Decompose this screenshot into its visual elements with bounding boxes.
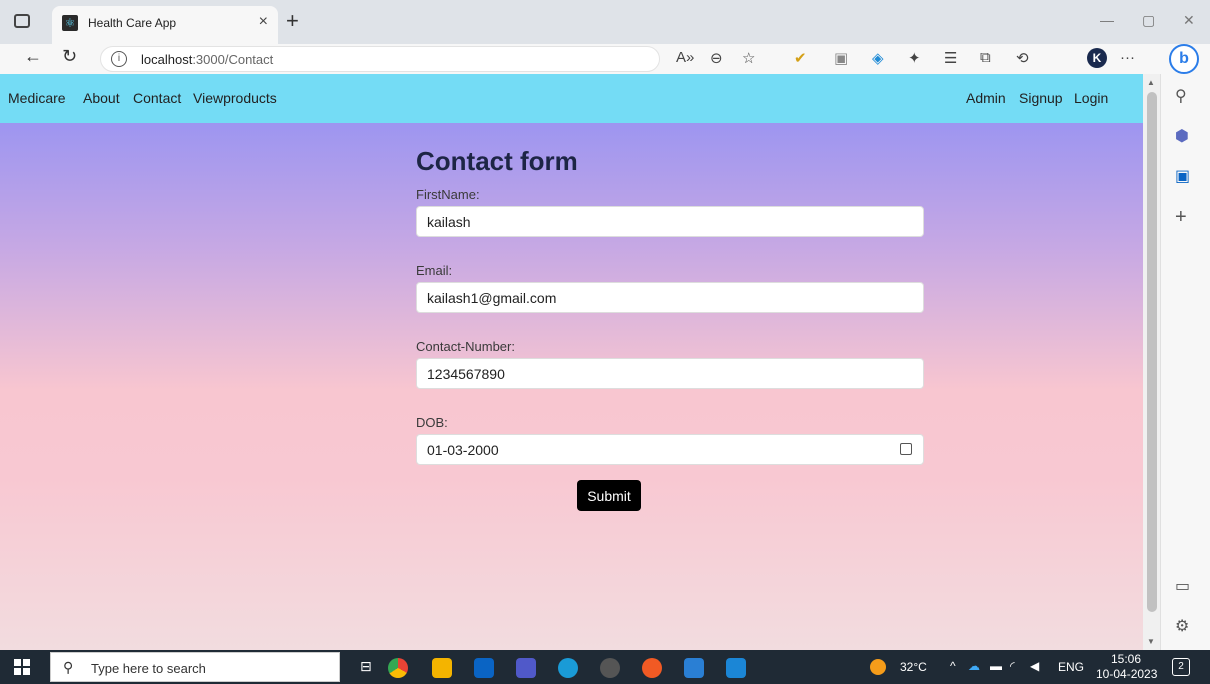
settings-gear-icon[interactable]: ⚙: [1175, 616, 1189, 636]
scroll-down-icon[interactable]: ▼: [1147, 637, 1155, 646]
wifi-icon[interactable]: ◜: [1010, 659, 1015, 673]
nav-link-about[interactable]: About: [83, 90, 120, 106]
address-bar[interactable]: i localhost:3000/Contact: [100, 46, 660, 72]
language-indicator[interactable]: ENG: [1058, 660, 1084, 674]
windows-start-icon[interactable]: [14, 659, 30, 675]
site-navbar: Medicare About Contact Viewproducts Admi…: [0, 74, 1143, 123]
windows-taskbar: ⚲ Type here to search ⊟ 32°C ^ ☁ ▬ ◜ ◀ E…: [0, 650, 1210, 684]
form-title: Contact form: [416, 146, 578, 176]
nav-link-viewproducts[interactable]: Viewproducts: [193, 90, 277, 106]
taskbar-search[interactable]: ⚲ Type here to search: [50, 652, 340, 682]
profile-avatar[interactable]: K: [1087, 48, 1107, 68]
outlook-taskbar-icon[interactable]: [474, 658, 494, 678]
url-text: localhost:3000/Contact: [141, 52, 274, 67]
notification-icon[interactable]: 2: [1172, 658, 1190, 676]
collections-icon[interactable]: ⧉: [980, 49, 991, 66]
teams-icon[interactable]: [516, 658, 536, 678]
edge-taskbar-icon[interactable]: [558, 658, 578, 678]
tray-chevron-icon[interactable]: ^: [950, 659, 956, 673]
volume-icon[interactable]: ◀: [1030, 659, 1039, 673]
browser-tab[interactable]: ⚛ Health Care App ×: [52, 6, 278, 44]
dob-label: DOB:: [416, 415, 448, 430]
extension-check-icon[interactable]: ✔: [794, 49, 807, 67]
more-options-icon[interactable]: ···: [1120, 49, 1135, 66]
extension-shield-icon[interactable]: ◈: [872, 49, 884, 67]
settings-taskbar-icon[interactable]: [600, 658, 620, 678]
search-icon[interactable]: ⚲: [1175, 86, 1187, 106]
outlook-icon[interactable]: ▣: [1175, 166, 1190, 186]
file-explorer-icon[interactable]: [432, 658, 452, 678]
clock-time[interactable]: 15:06: [1111, 652, 1141, 666]
email-input[interactable]: [416, 282, 924, 313]
tab-actions-icon[interactable]: [14, 14, 30, 28]
sidebar-toggle-icon[interactable]: ▭: [1175, 576, 1190, 596]
page-scrollbar[interactable]: ▲ ▼: [1143, 74, 1160, 650]
onedrive-icon[interactable]: ☁: [968, 659, 980, 673]
temperature[interactable]: 32°C: [900, 660, 927, 674]
extensions-icon[interactable]: ✦: [908, 49, 921, 67]
favorites-icon[interactable]: ☰: [944, 49, 957, 67]
firstname-group: FirstName:: [416, 187, 924, 237]
new-tab-button[interactable]: +: [286, 8, 299, 34]
bing-chat-icon[interactable]: b: [1169, 44, 1199, 74]
zoom-icon[interactable]: ⊖: [710, 49, 723, 67]
nav-brand-link[interactable]: Medicare: [8, 90, 66, 106]
task-view-icon[interactable]: ⊟: [360, 658, 372, 675]
nav-link-admin[interactable]: Admin: [966, 90, 1006, 106]
chrome-icon[interactable]: [388, 658, 408, 678]
close-window-icon[interactable]: ✕: [1183, 12, 1195, 29]
nav-link-signup[interactable]: Signup: [1019, 90, 1063, 106]
extension-n-icon[interactable]: ▣: [834, 49, 848, 67]
history-icon[interactable]: ⟲: [1016, 49, 1029, 67]
brave-icon[interactable]: [642, 658, 662, 678]
search-icon: ⚲: [63, 659, 74, 675]
calendar-icon[interactable]: [900, 443, 912, 455]
clock-date[interactable]: 10-04-2023: [1096, 667, 1157, 681]
edge-sidebar: ⚲ ⬢ ▣ + ▭ ⚙: [1160, 74, 1210, 650]
scroll-up-icon[interactable]: ▲: [1147, 78, 1155, 87]
react-favicon-icon: ⚛: [62, 15, 78, 31]
scroll-thumb[interactable]: [1147, 92, 1157, 612]
firstname-input[interactable]: [416, 206, 924, 237]
weather-sun-icon[interactable]: [870, 659, 886, 675]
tab-title: Health Care App: [88, 16, 177, 30]
contact-number-label: Contact-Number:: [416, 339, 515, 354]
browser-title-bar: ⚛ Health Care App × + — ▢ ✕: [0, 0, 1210, 44]
site-info-icon[interactable]: i: [111, 51, 127, 67]
address-bar-row: ← ↻ i localhost:3000/Contact A» ⊖ ☆ ✔ ▣ …: [0, 44, 1210, 74]
app-taskbar-icon[interactable]: [684, 658, 704, 678]
nav-link-contact[interactable]: Contact: [133, 90, 181, 106]
add-sidebar-icon[interactable]: +: [1175, 206, 1187, 229]
contact-number-group: Contact-Number:: [416, 339, 924, 389]
favorite-add-icon[interactable]: ☆: [742, 49, 755, 67]
email-group: Email:: [416, 263, 924, 313]
dob-group: DOB:: [416, 415, 924, 465]
minimize-icon[interactable]: —: [1100, 12, 1114, 28]
nav-link-login[interactable]: Login: [1074, 90, 1108, 106]
firstname-label: FirstName:: [416, 187, 480, 202]
submit-button[interactable]: Submit: [577, 480, 641, 511]
refresh-icon[interactable]: ↻: [62, 46, 77, 67]
contact-form: Contact form FirstName: Email: Contact-N…: [416, 146, 924, 511]
email-label: Email:: [416, 263, 453, 278]
contact-number-input[interactable]: [416, 358, 924, 389]
restore-icon[interactable]: ▢: [1142, 12, 1155, 29]
copilot-icon[interactable]: ⬢: [1175, 126, 1189, 146]
tab-close-icon[interactable]: ×: [259, 13, 268, 31]
read-aloud-icon[interactable]: A»: [676, 49, 694, 66]
back-icon[interactable]: ←: [24, 46, 42, 67]
taskbar-search-placeholder: Type here to search: [91, 661, 206, 676]
page-viewport: Medicare About Contact Viewproducts Admi…: [0, 74, 1143, 650]
dob-input[interactable]: [416, 434, 924, 465]
battery-icon[interactable]: ▬: [990, 659, 1002, 673]
vscode-icon[interactable]: [726, 658, 746, 678]
